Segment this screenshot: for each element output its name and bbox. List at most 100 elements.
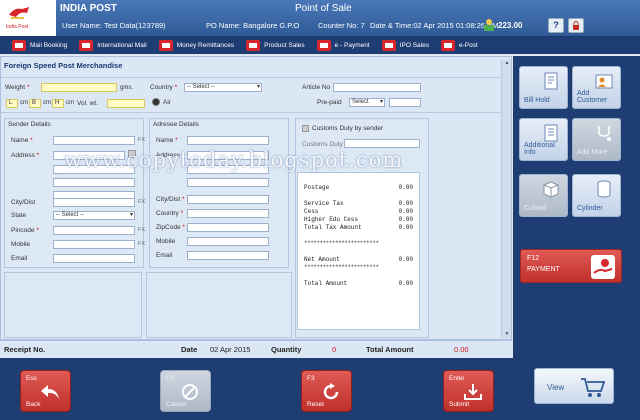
lock-icon (573, 21, 579, 30)
back-button[interactable]: Esc Back (20, 370, 71, 412)
sender-city-input[interactable] (53, 198, 135, 207)
weight-label: Weight * (5, 84, 30, 91)
sender-mobile-input[interactable] (53, 240, 135, 249)
action-panel (513, 56, 640, 420)
submit-button[interactable]: Enter Submit (443, 370, 494, 412)
tile-label: Add More (577, 149, 608, 156)
help-button[interactable]: ? (548, 18, 564, 33)
customs-checkbox[interactable] (302, 125, 309, 132)
form-scrollbar[interactable]: ▲ ▼ (501, 60, 511, 338)
button-label: Submit (449, 401, 470, 408)
app-title: INDIA POST (60, 3, 117, 14)
customs-checkbox-label: Customs Duty by sender (312, 125, 384, 132)
air-radio[interactable] (152, 98, 160, 106)
add-customer-button[interactable]: Add Customer (572, 66, 621, 109)
bill-hold-button[interactable]: Bill Hold (519, 66, 568, 109)
menu-international-mail[interactable]: International Mail (79, 36, 147, 54)
button-label: Reset (307, 401, 324, 408)
shortcut-key: F12 (527, 255, 540, 262)
cuboid-button[interactable]: Cuboid (519, 174, 568, 217)
shopping-cart-icon (581, 378, 606, 397)
menu-money-remittances[interactable]: Money Remittances (158, 36, 235, 54)
sender-address-line2[interactable] (53, 165, 135, 174)
menu-mail-booking[interactable]: Mail Booking (12, 36, 67, 54)
addressee-city-input[interactable] (187, 195, 269, 204)
add-more-button[interactable]: Add More (572, 118, 621, 161)
view-cart-button[interactable]: View (534, 368, 614, 404)
menu-label: IPO Sales (399, 41, 429, 49)
additional-info-button[interactable]: Additional Info (519, 118, 568, 161)
scroll-up-icon[interactable]: ▲ (503, 60, 511, 67)
receipt-separator: ************************ (304, 240, 379, 247)
bill-hold-icon (544, 72, 558, 90)
total-amount-value: 0.00 (454, 345, 469, 354)
refresh-icon (323, 383, 339, 400)
menu-label: e-Post (458, 41, 478, 49)
title-bar: India Post INDIA POST Point of Sale User… (0, 0, 640, 36)
addressee-zipcode-label: ZipCode * (156, 224, 185, 231)
shortcut-key: Esc (26, 375, 37, 382)
prepaid-select[interactable]: Select (349, 98, 385, 107)
addressee-country-input[interactable] (187, 209, 269, 218)
sender-address-line1[interactable] (53, 151, 125, 160)
menu-product-sales[interactable]: Product Sales (246, 36, 305, 54)
menu-e-payment[interactable]: e - Payment (316, 36, 370, 54)
addressee-address-line2[interactable] (187, 165, 269, 174)
payment-button[interactable]: F12 PAYMENT (520, 249, 622, 283)
menu-ipo-sales[interactable]: IPO Sales (381, 36, 429, 54)
cancel-button[interactable]: F2 Cancel (160, 370, 211, 412)
addressee-address-line1[interactable] (187, 151, 269, 160)
sender-email-label: Email (11, 255, 28, 262)
country-select[interactable]: -- Select -- (184, 83, 262, 92)
add-customer-icon (595, 74, 613, 89)
menu-label: Product Sales (264, 41, 305, 49)
sender-address-label: Address * (11, 152, 40, 159)
cylinder-button[interactable]: Cylinder (572, 174, 621, 217)
receipt-no-label: Receipt No. (4, 345, 46, 354)
scroll-down-icon[interactable]: ▼ (503, 331, 511, 338)
logo-caption: India Post (6, 24, 29, 30)
addressee-zipcode-input[interactable] (187, 223, 269, 232)
sender-mobile-label: Mobile (11, 241, 31, 248)
addressee-name-input[interactable] (187, 136, 269, 145)
reset-button[interactable]: F3 Reset (301, 370, 352, 412)
address-checkbox[interactable] (128, 150, 136, 158)
quantity-value: 0 (332, 345, 337, 354)
cash-icon (484, 19, 494, 31)
sender-name-input[interactable] (53, 136, 135, 145)
post-horn-icon (9, 7, 29, 19)
breadth-unit: cm (43, 100, 51, 106)
length-unit: cm (20, 100, 28, 106)
shortcut-key: F3 (307, 375, 315, 382)
function-key-bar: Esc Back F2 Cancel F3 Reset Enter Submit (0, 358, 513, 420)
customs-duty-label: Customs Duty (302, 141, 343, 148)
lock-button[interactable] (568, 18, 584, 33)
addressee-address-line3[interactable] (187, 178, 269, 187)
sender-extra-panel (4, 272, 142, 338)
cess-row: Cess 0.00 (304, 208, 413, 215)
article-no-input[interactable] (333, 83, 421, 92)
cylinder-icon (597, 180, 611, 198)
plane-icon (79, 39, 94, 51)
mail-icon (12, 39, 26, 51)
menu-e-post[interactable]: e-Post (440, 36, 478, 54)
module-menu: Mail Booking International Mail Money Re… (0, 36, 640, 54)
form-title: Foreign Speed Post Merchandise (4, 61, 123, 70)
hand-coin-icon (591, 255, 615, 279)
addressee-mobile-input[interactable] (187, 237, 269, 246)
cancel-icon (182, 384, 198, 400)
sender-email-input[interactable] (53, 254, 135, 263)
customs-duty-input[interactable] (344, 139, 420, 148)
sender-address-line3[interactable] (53, 178, 135, 187)
menu-label: Money Remittances (176, 41, 235, 49)
prepaid-amount-input[interactable] (389, 98, 421, 107)
total-tax-row: Total Tax Amount 0.00 (304, 224, 413, 231)
sender-pincode-input[interactable] (53, 226, 135, 235)
button-label: PAYMENT (527, 266, 560, 273)
vol-wt-input[interactable] (107, 99, 145, 108)
weight-input[interactable] (41, 83, 117, 92)
date-value: 02 Apr 2015 (210, 345, 251, 354)
sender-state-select[interactable]: -- Select -- (53, 211, 135, 220)
button-label: Cancel (166, 401, 187, 408)
addressee-email-input[interactable] (187, 251, 269, 260)
